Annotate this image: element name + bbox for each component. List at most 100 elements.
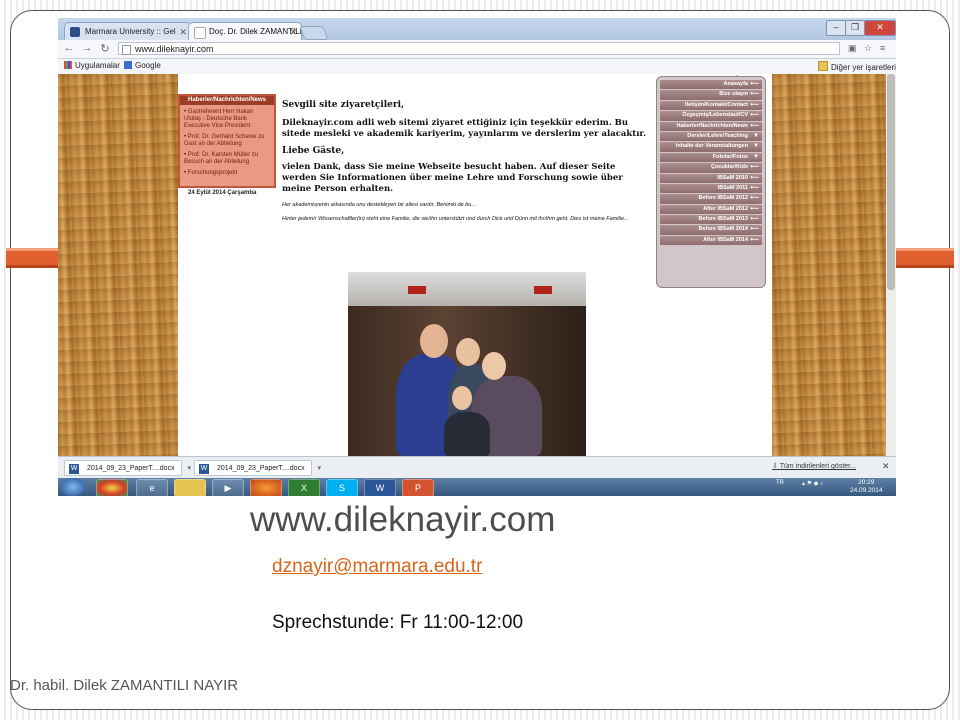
menu-arrow-icon: ⟵: [750, 184, 759, 191]
minimize-button[interactable]: –: [826, 20, 846, 36]
menu-arrow-icon: ⟵: [750, 216, 759, 223]
download-item[interactable]: W 2014_09_23_PaperT....docx ▾: [194, 460, 321, 476]
apps-grid-icon: [64, 61, 72, 69]
chrome-taskbar-icon[interactable]: [96, 479, 128, 496]
browser-screenshot: Marmara University :: Gel ✕ Doç. Dr. Dil…: [58, 18, 896, 496]
show-all-downloads-link[interactable]: ⇩ Tüm indirilenleri göster...: [772, 462, 856, 470]
menu-item[interactable]: After IBSaM 2014 ⟵: [660, 235, 762, 246]
page-scrollbar[interactable]: [886, 74, 896, 456]
page-icon: [122, 45, 131, 55]
other-bookmarks[interactable]: Diğer yer işaretleri: [818, 61, 896, 72]
news-item[interactable]: Gastreferent Herr Hakan Ulutaş - Deutsch…: [184, 109, 272, 130]
menu-item-label: İletişim/Kontakt/Contact: [685, 101, 748, 108]
person-head: [456, 338, 480, 366]
close-tab-icon[interactable]: ✕: [289, 23, 297, 40]
person-head: [452, 386, 472, 410]
menu-item[interactable]: After IBSaM 2012 ⟵: [660, 204, 762, 215]
welcome-text: Sevgili site ziyaretçileri, Dileknayir.c…: [282, 100, 652, 229]
menu-item-label: Before IBSaM 2014: [698, 226, 748, 233]
menu-item-label: Çocuklar/Kids: [711, 164, 748, 171]
tab-label: Doç. Dr. Dilek ZAMANTILI: [209, 27, 302, 36]
menu-arrow-icon: ⟵: [750, 112, 759, 119]
slide-footer: Dr. habil. Dilek ZAMANTILI NAYIR: [10, 677, 239, 694]
language-indicator[interactable]: TR: [776, 480, 784, 486]
marmara-favicon-icon: [70, 27, 80, 37]
menu-icon[interactable]: ≡: [880, 43, 885, 53]
menu-item-label: Anasayfa: [723, 81, 748, 87]
news-item[interactable]: Prof. Dr. Karsten Müller zu Besuch an de…: [184, 152, 272, 166]
menu-arrow-icon: ⟵: [750, 195, 759, 202]
excel-taskbar-icon[interactable]: X: [288, 479, 320, 496]
office-hours: Sprechstunde: Fr 11:00-12:00: [272, 612, 524, 633]
menu-item[interactable]: Bize ulaşın ⟵: [660, 90, 762, 100]
bookmark-label: Uygulamalar: [75, 61, 120, 70]
person-head: [482, 352, 506, 380]
scrollbar-thumb[interactable]: [887, 74, 895, 290]
bookmark-apps[interactable]: Uygulamalar: [64, 61, 120, 70]
news-item[interactable]: Forschungsprojekt: [184, 170, 272, 177]
bookmark-google[interactable]: Google: [124, 61, 161, 70]
email-link[interactable]: dznayir@marmara.edu.tr: [272, 556, 482, 578]
menu-item[interactable]: Inhalte der Veranstaltungen ▼: [660, 142, 762, 152]
menu-item[interactable]: IBSaM 2010 ⟵: [660, 173, 762, 183]
current-date: 24 Eylül 2014 Çarşamba: [188, 190, 257, 196]
photo-sign: [534, 286, 552, 294]
reload-icon[interactable]: ↻: [98, 42, 112, 55]
firefox-taskbar-icon[interactable]: [250, 479, 282, 496]
menu-item[interactable]: Haberler/Nachrichten/News ⟵: [660, 121, 762, 131]
star-icon[interactable]: ☆: [864, 43, 872, 54]
menu-item[interactable]: Çocuklar/Kids ⟵: [660, 163, 762, 173]
menu-item[interactable]: Özgeçmiş/Lebenslauf/CV ⟵: [660, 111, 762, 121]
slide-number: 8: [836, 677, 845, 694]
system-clock[interactable]: 20:29 24.09.2014: [850, 479, 883, 495]
word-taskbar-icon[interactable]: W: [364, 479, 396, 496]
menu-item-label: Özgeçmiş/Lebenslauf/CV: [682, 112, 748, 119]
browser-navbar: ← → ↻ www.dileknayir.com ▣ ☆ ≡: [58, 40, 896, 59]
menu-item[interactable]: Before IBSaM 2012 ⟵: [660, 194, 762, 204]
photo-sign: [408, 286, 426, 294]
menu-item-label: IBSaM 2010: [717, 174, 748, 181]
translate-icon[interactable]: ▣: [848, 43, 857, 54]
menu-arrow-icon: ⟵: [750, 101, 759, 108]
tab-marmara[interactable]: Marmara University :: Gel ✕: [64, 22, 192, 40]
menu-item[interactable]: İletişim/Kontakt/Contact ⟵: [660, 100, 762, 111]
close-window-button[interactable]: ✕: [864, 20, 896, 36]
menu-item[interactable]: Before IBSaM 2014 ⟵: [660, 225, 762, 235]
family-photo: [348, 272, 586, 456]
web-page: Anasayfa Haberler/Nachrichten/News Gastr…: [58, 74, 896, 456]
menu-arrow-icon: ⟵: [750, 164, 759, 171]
maximize-button[interactable]: ❐: [845, 20, 865, 36]
menu-item[interactable]: IBSaM 2011 ⟵: [660, 183, 762, 194]
download-item[interactable]: W 2014_09_23_PaperT....docx ▾: [64, 460, 191, 476]
dropdown-icon[interactable]: ▾: [187, 461, 191, 477]
news-item[interactable]: Prof. Dr. Gerhard Schewe zu Gast an der …: [184, 134, 272, 148]
ie-taskbar-icon[interactable]: e: [136, 479, 168, 496]
forward-icon[interactable]: →: [80, 42, 94, 54]
windows-taskbar: e ▶ X S W P TR ▴ ⚑ ◆ ♪ 20:29 24.09.2014: [58, 478, 896, 496]
menu-item[interactable]: Dersler/Lehre/Teaching ▼: [660, 131, 762, 142]
welcome-german: vielen Dank, dass Sie meine Webseite bes…: [282, 162, 623, 194]
close-tab-icon[interactable]: ✕: [179, 23, 187, 40]
dropdown-icon[interactable]: ▾: [317, 461, 321, 477]
menu-item-label: IBSaM 2011: [717, 184, 748, 191]
new-tab-button[interactable]: [299, 26, 329, 40]
menu-arrow-icon: ⟵: [750, 236, 759, 243]
download-filename: 2014_09_23_PaperT....docx: [87, 465, 175, 472]
menu-item[interactable]: Anasayfa ⟵: [660, 80, 762, 90]
menu-item[interactable]: Fotolar/Fotos ▼: [660, 152, 762, 163]
clock-time: 20:29: [858, 479, 875, 486]
start-button[interactable]: [61, 478, 85, 496]
menu-arrow-icon: ▼: [753, 143, 759, 150]
welcome-turkish: Dileknayir.com adli web sitemi ziyaret e…: [282, 118, 647, 139]
back-icon[interactable]: ←: [62, 42, 76, 54]
tab-dileknayir[interactable]: Doç. Dr. Dilek ZAMANTILI ✕: [188, 22, 302, 40]
menu-item[interactable]: Before IBSaM 2013 ⟵: [660, 215, 762, 225]
download-filename: 2014_09_23_PaperT....docx: [217, 465, 305, 472]
explorer-taskbar-icon[interactable]: [174, 479, 206, 496]
address-bar[interactable]: www.dileknayir.com: [118, 42, 840, 55]
powerpoint-taskbar-icon[interactable]: P: [402, 479, 434, 496]
skype-taskbar-icon[interactable]: S: [326, 479, 358, 496]
tray-icons[interactable]: ▴ ⚑ ◆ ♪: [802, 480, 823, 487]
close-downloads-icon[interactable]: ✕: [882, 461, 890, 472]
media-player-taskbar-icon[interactable]: ▶: [212, 479, 244, 496]
